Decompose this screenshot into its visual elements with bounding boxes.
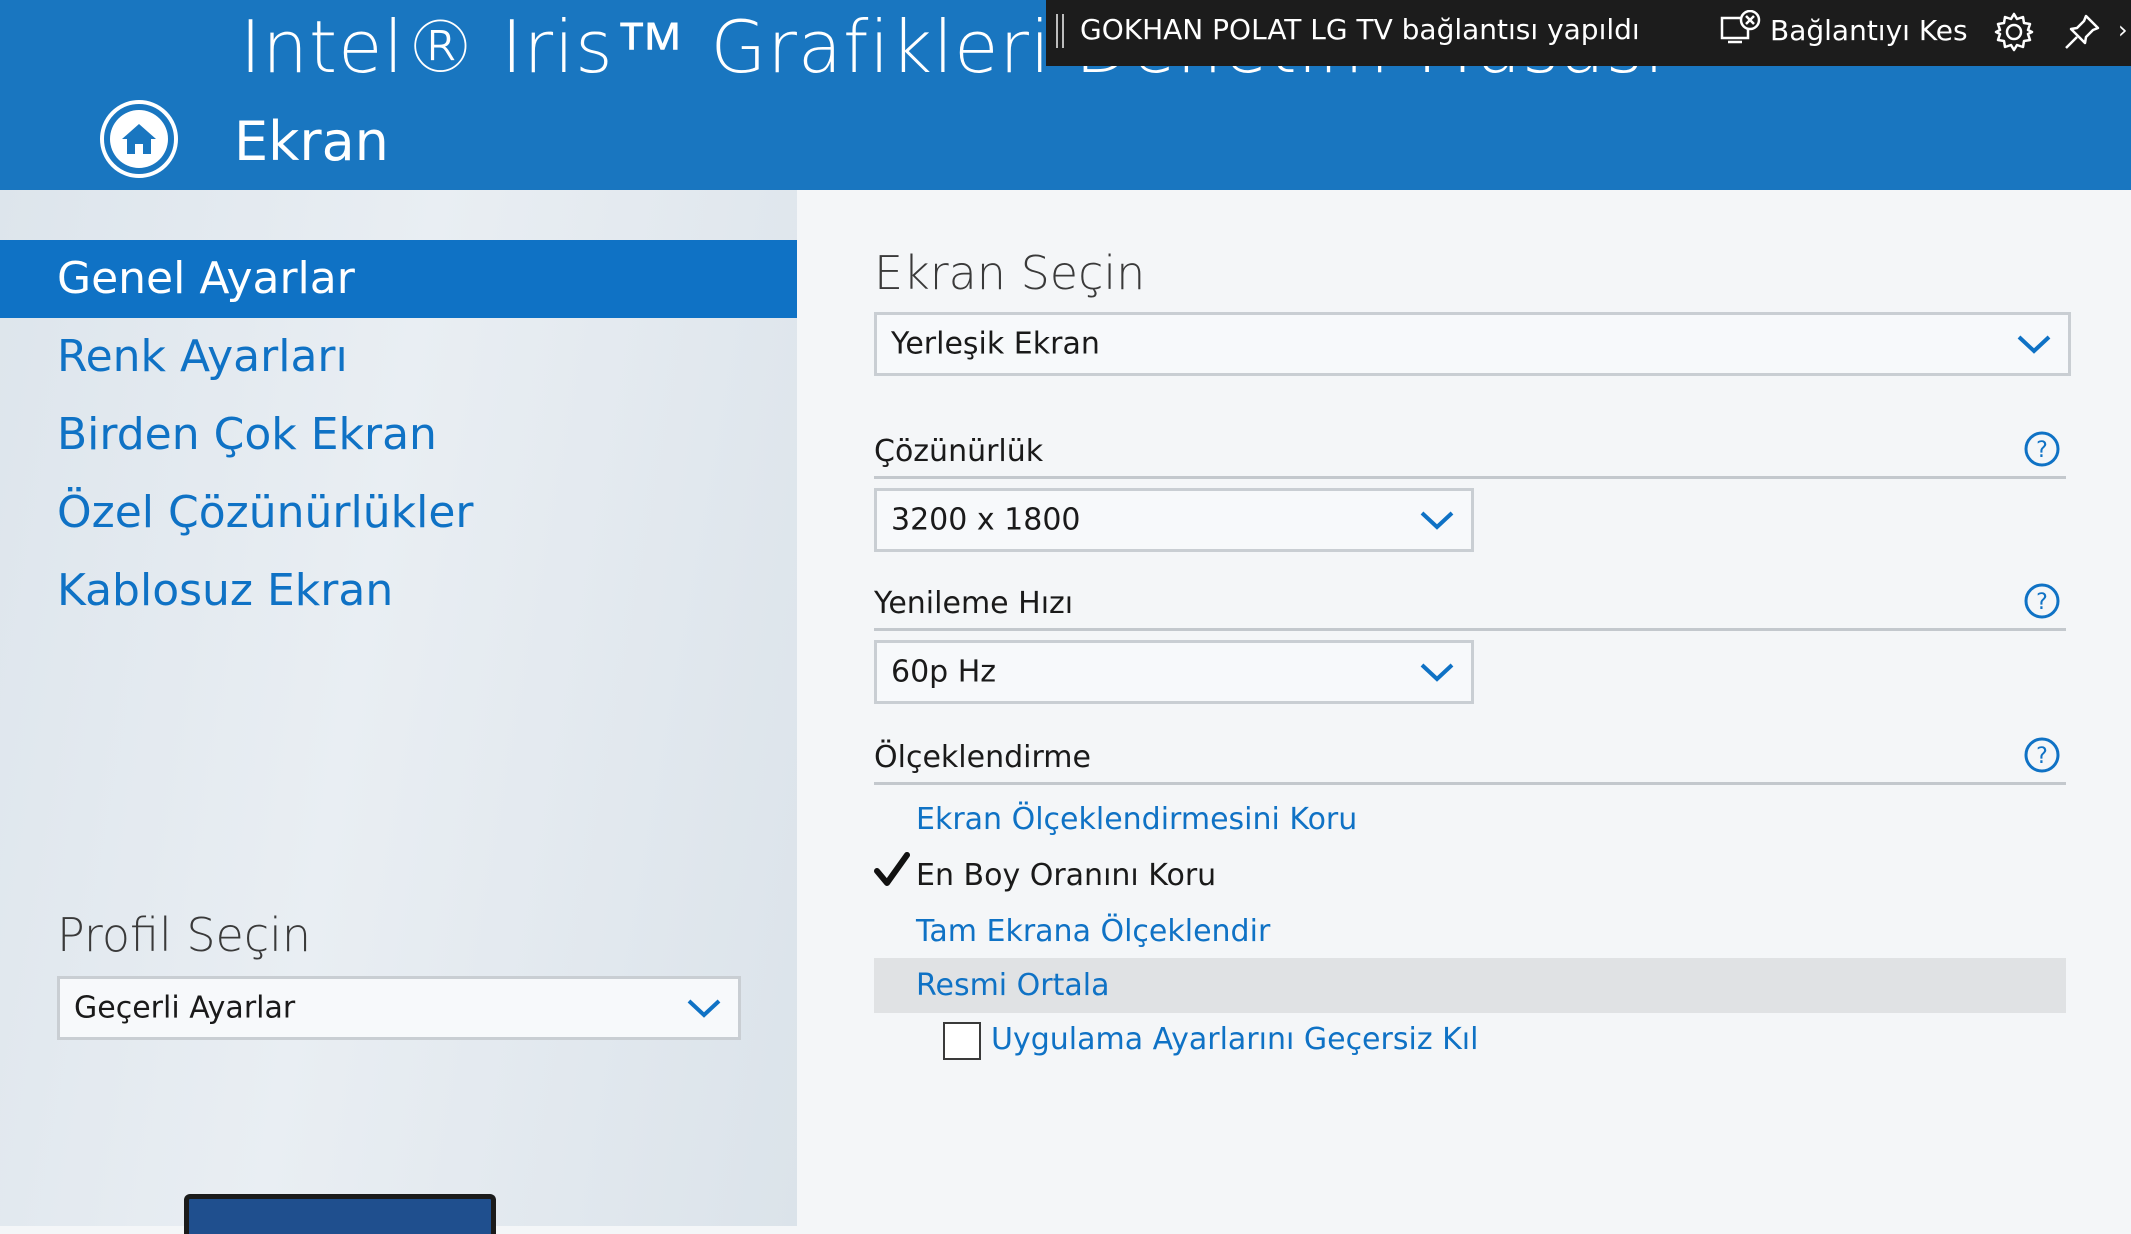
override-app-settings-checkbox[interactable] bbox=[943, 1022, 981, 1060]
pin-icon[interactable] bbox=[2060, 10, 2104, 54]
chevron-down-icon bbox=[687, 999, 721, 1018]
svg-text:?: ? bbox=[2036, 590, 2048, 615]
sidebar-item-wireless-display[interactable]: Kablosuz Ekran bbox=[0, 552, 797, 630]
scaling-option-full-screen[interactable]: Tam Ekrana Ölçeklendir bbox=[916, 914, 1270, 949]
profile-label: Profil Seçin bbox=[57, 908, 312, 962]
drag-handle[interactable] bbox=[1056, 14, 1064, 48]
cast-connection-banner: GOKHAN POLAT LG TV bağlantısı yapıldı Ba… bbox=[1046, 0, 2131, 66]
gear-icon[interactable] bbox=[1992, 10, 2036, 54]
display-thumbnail bbox=[184, 1194, 496, 1234]
home-icon bbox=[110, 110, 168, 168]
sidebar-item-multiple-displays[interactable]: Birden Çok Ekran bbox=[0, 396, 797, 474]
svg-text:?: ? bbox=[2036, 438, 2048, 463]
help-icon[interactable]: ? bbox=[2023, 736, 2061, 774]
resolution-label: Çözünürlük bbox=[874, 434, 1044, 469]
refresh-rate-label: Yenileme Hızı bbox=[874, 586, 1074, 621]
svg-text:?: ? bbox=[2036, 744, 2048, 769]
display-select-heading: Ekran Seçin bbox=[874, 246, 1146, 300]
scaling-option-maintain-display[interactable]: Ekran Ölçeklendirmesini Koru bbox=[916, 802, 1357, 837]
display-selected-value: Yerleşik Ekran bbox=[891, 326, 1100, 362]
help-icon[interactable]: ? bbox=[2023, 582, 2061, 620]
disconnect-screen-icon bbox=[1720, 9, 1762, 51]
sidebar-item-custom-resolutions[interactable]: Özel Çözünürlükler bbox=[0, 474, 797, 552]
disconnect-label: Bağlantıyı Kes bbox=[1770, 13, 1968, 47]
divider bbox=[874, 476, 2066, 479]
display-select[interactable]: Yerleşik Ekran bbox=[874, 312, 2071, 376]
override-app-settings-label[interactable]: Uygulama Ayarlarını Geçersiz Kıl bbox=[991, 1022, 1478, 1057]
disconnect-button[interactable]: Bağlantıyı Kes bbox=[1720, 9, 1968, 51]
resolution-selected-value: 3200 x 1800 bbox=[891, 502, 1081, 538]
profile-select[interactable]: Geçerli Ayarlar bbox=[57, 976, 741, 1040]
chevron-down-icon bbox=[1420, 511, 1454, 530]
profile-selected-value: Geçerli Ayarlar bbox=[74, 990, 296, 1026]
chevron-down-icon bbox=[1420, 663, 1454, 682]
home-button[interactable] bbox=[100, 100, 178, 178]
checkmark-icon bbox=[874, 852, 910, 888]
chevron-right-icon: › bbox=[2118, 16, 2128, 44]
scaling-option-center-image[interactable]: Resmi Ortala bbox=[916, 968, 1110, 1003]
divider bbox=[874, 782, 2066, 785]
divider bbox=[874, 628, 2066, 631]
sidebar: Genel Ayarlar Renk Ayarları Birden Çok E… bbox=[0, 190, 797, 1234]
resolution-select[interactable]: 3200 x 1800 bbox=[874, 488, 1474, 552]
sidebar-item-color-settings[interactable]: Renk Ayarları bbox=[0, 318, 797, 396]
connection-message: GOKHAN POLAT LG TV bağlantısı yapıldı bbox=[1080, 13, 1640, 46]
chevron-down-icon bbox=[2017, 335, 2051, 354]
section-title: Ekran bbox=[234, 110, 389, 173]
main-panel: Ekran Seçin Yerleşik Ekran Çözünürlük ? … bbox=[797, 190, 2131, 1226]
refresh-rate-selected-value: 60p Hz bbox=[891, 654, 997, 690]
help-icon[interactable]: ? bbox=[2023, 430, 2061, 468]
scaling-label: Ölçeklendirme bbox=[874, 740, 1091, 775]
refresh-rate-select[interactable]: 60p Hz bbox=[874, 640, 1474, 704]
sidebar-item-general-settings[interactable]: Genel Ayarlar bbox=[0, 240, 797, 318]
scaling-option-maintain-aspect[interactable]: En Boy Oranını Koru bbox=[916, 858, 1216, 893]
